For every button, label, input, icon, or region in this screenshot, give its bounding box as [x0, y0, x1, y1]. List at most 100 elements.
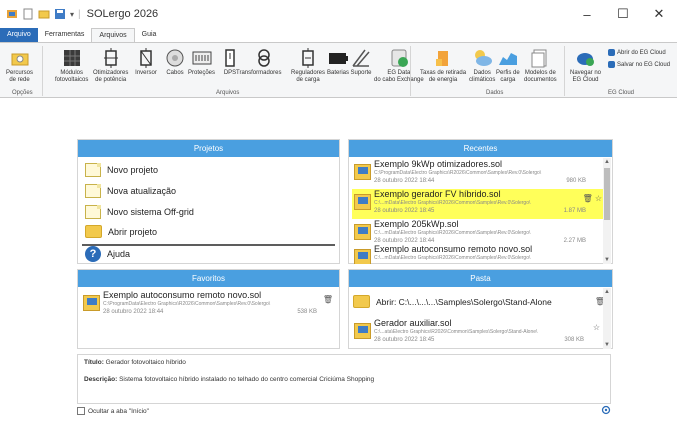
salvar-eg-cloud-label: Salvar no EG Cloud	[617, 61, 671, 68]
descricao-row: Descrição: Sistema fotovoltaico híbrido …	[84, 376, 604, 383]
ribbon-label: Taxas de retirada de energia	[420, 70, 467, 83]
maximize-button[interactable]: ☐	[605, 0, 641, 28]
tab-arquivos[interactable]: Arquivos	[91, 28, 135, 42]
tab-guia[interactable]: Guia	[135, 28, 164, 42]
database-icon	[391, 49, 408, 67]
projetos-header: Projetos	[78, 140, 339, 157]
favorite-title: Exemplo autoconsumo remoto novo.sol	[103, 290, 262, 300]
recent-title: Exemplo 205kWp.sol	[374, 219, 459, 229]
abrir-pasta-button[interactable]: Abrir: C:\...\...\...\Samples\Solergo\St…	[353, 295, 605, 308]
save-icon[interactable]	[54, 8, 66, 20]
favorite-actions: 🗑	[323, 295, 333, 304]
ribbon-button-cabos[interactable]: Cabos	[164, 47, 186, 77]
ribbon-label: Otimizadores de potência	[93, 70, 129, 83]
pasta-scrollbar[interactable]: ▲ ▼	[603, 288, 611, 349]
star-icon[interactable]: ☆	[593, 323, 600, 332]
titulo-row: Título: Gerador fotovoltaico híbrido	[84, 359, 604, 366]
abrir-eg-cloud-label: Abrir do EG Cloud	[617, 49, 666, 56]
ribbon-label: Percursos de rede	[6, 70, 34, 83]
trash-icon[interactable]: 🗑	[583, 194, 593, 203]
ribbon-button-transformadores[interactable]: Transformadores	[236, 47, 281, 77]
cloud-search-icon	[576, 53, 594, 66]
trash-icon[interactable]: 🗑	[323, 295, 333, 304]
ribbon-button-protecoes[interactable]: Proteções	[188, 47, 215, 77]
ribbon-button-taxas[interactable]: Taxas de retirada de energia	[420, 47, 466, 84]
open-folder-icon	[85, 225, 102, 238]
recent-item-selected[interactable]: Exemplo gerador FV híbrido.sol C:\...mDa…	[352, 189, 604, 219]
project-file-icon	[354, 323, 371, 339]
ribbon-separator	[564, 46, 565, 96]
favorite-date: 28 outubro 2022 18:44	[103, 309, 164, 315]
favoritos-header: Favoritos	[78, 270, 339, 287]
ribbon: Percursos de rede Módulos fotovoltaicos …	[0, 42, 677, 98]
settings-icon[interactable]	[601, 405, 611, 415]
nova-atualizacao-button[interactable]: Nova atualização	[85, 184, 176, 198]
ribbon-label: Módulos fotovoltaicos	[55, 70, 89, 83]
ribbon-button-dados-climaticos[interactable]: Dados climáticos	[469, 47, 495, 84]
transformer-icon	[257, 49, 270, 67]
recent-size: 1.87 MB	[563, 208, 586, 214]
cable-icon	[166, 49, 184, 67]
recentes-scrollbar[interactable]: ▲ ▼	[603, 158, 611, 264]
star-icon[interactable]: ☆	[595, 194, 602, 203]
pasta-header: Pasta	[349, 270, 612, 287]
scroll-thumb[interactable]	[604, 168, 610, 220]
checkbox[interactable]	[77, 407, 85, 415]
ribbon-button-perfis[interactable]: Perfis de carga	[496, 47, 520, 84]
folder-file-title: Gerador auxiliar.sol	[374, 318, 452, 328]
title-bar: ▾ | SOLergo 2026 – ☐ ✕	[0, 0, 677, 28]
ribbon-label: Reguladores de carga	[291, 70, 326, 83]
projetos-panel: Projetos Novo projeto Nova atualização N…	[77, 139, 340, 264]
ocultar-inicio-toggle[interactable]: Ocultar a aba "Início"	[77, 407, 149, 415]
separator: |	[78, 8, 81, 20]
help-icon: ?	[85, 246, 101, 262]
group-label-arquivos: Arquivos	[216, 90, 240, 96]
energy-rate-icon	[436, 51, 449, 66]
recent-item[interactable]: Exemplo autoconsumo remoto novo.sol C:\.…	[352, 244, 604, 264]
recent-item[interactable]: Exemplo 9kWp otimizadores.sol C:\Program…	[352, 159, 604, 189]
scroll-down-icon[interactable]: ▼	[603, 256, 611, 264]
charge-regulator-icon	[302, 48, 314, 68]
ribbon-button-egdata[interactable]: EG Data do cabo Exchange	[374, 47, 424, 84]
new-document-icon	[85, 163, 101, 177]
recent-path: C:\...mData\Electro Graphics\R2026\Commo…	[374, 230, 531, 236]
quick-access-dropdown-icon[interactable]: ▾	[70, 10, 74, 19]
descricao-label: Descrição:	[84, 376, 118, 383]
ribbon-button-modulos[interactable]: Módulos fotovoltaicos	[55, 47, 88, 84]
ribbon-button-otimizadores[interactable]: Otimizadores de potência	[93, 47, 128, 84]
scroll-up-icon[interactable]: ▲	[603, 288, 611, 296]
close-button[interactable]: ✕	[641, 0, 677, 28]
ribbon-label: Navegar no EG Cloud	[570, 70, 602, 83]
favorite-item[interactable]: Exemplo autoconsumo remoto novo.sol C:\P…	[81, 290, 335, 320]
ribbon-button-baterias[interactable]: Baterias	[327, 47, 349, 77]
ribbon-button-navegar-cloud[interactable]: Navegar no EG Cloud	[570, 47, 601, 84]
open-folder-icon[interactable]	[38, 8, 50, 20]
abrir-eg-cloud-button[interactable]: Abrir do EG Cloud	[608, 49, 666, 56]
ribbon-separator	[42, 46, 43, 96]
tab-ferramentas[interactable]: Ferramentas	[38, 28, 92, 42]
ribbon-button-suporte[interactable]: Suporte	[350, 47, 372, 77]
novo-offgrid-button[interactable]: Novo sistema Off-grid	[85, 205, 194, 219]
ribbon-button-modelos[interactable]: Modelos de documentos	[524, 47, 557, 84]
tab-arquivo[interactable]: Arquivo	[0, 28, 38, 42]
salvar-eg-cloud-button[interactable]: Salvar no EG Cloud	[608, 61, 670, 68]
ribbon-button-percursos[interactable]: Percursos de rede	[6, 47, 33, 84]
ribbon-tabs: Arquivo Ferramentas Arquivos Guia	[0, 28, 677, 42]
ribbon-button-reguladores[interactable]: Reguladores de carga	[291, 47, 325, 84]
abrir-projeto-button[interactable]: Abrir projeto	[85, 225, 157, 238]
new-document-icon	[85, 184, 101, 198]
new-file-icon[interactable]	[22, 8, 34, 20]
ribbon-button-inversor[interactable]: Inversor	[135, 47, 157, 77]
support-icon	[352, 49, 370, 67]
favoritos-panel: Favoritos Exemplo autoconsumo remoto nov…	[77, 269, 340, 349]
ajuda-button[interactable]: ? Ajuda	[85, 246, 130, 262]
scroll-down-icon[interactable]: ▼	[603, 341, 611, 349]
folder-file-item[interactable]: Gerador auxiliar.sol C:\...ata\Electro G…	[352, 318, 602, 348]
ribbon-label: Modelos de documentos	[524, 70, 557, 83]
load-profile-icon	[498, 53, 517, 65]
folder-file-path: C:\...ata\Electro Graphics\R2026\Common\…	[374, 329, 538, 335]
novo-projeto-button[interactable]: Novo projeto	[85, 163, 158, 177]
scroll-up-icon[interactable]: ▲	[603, 158, 611, 166]
quick-access-toolbar: ▾ |	[0, 8, 81, 20]
minimize-button[interactable]: –	[569, 0, 605, 28]
